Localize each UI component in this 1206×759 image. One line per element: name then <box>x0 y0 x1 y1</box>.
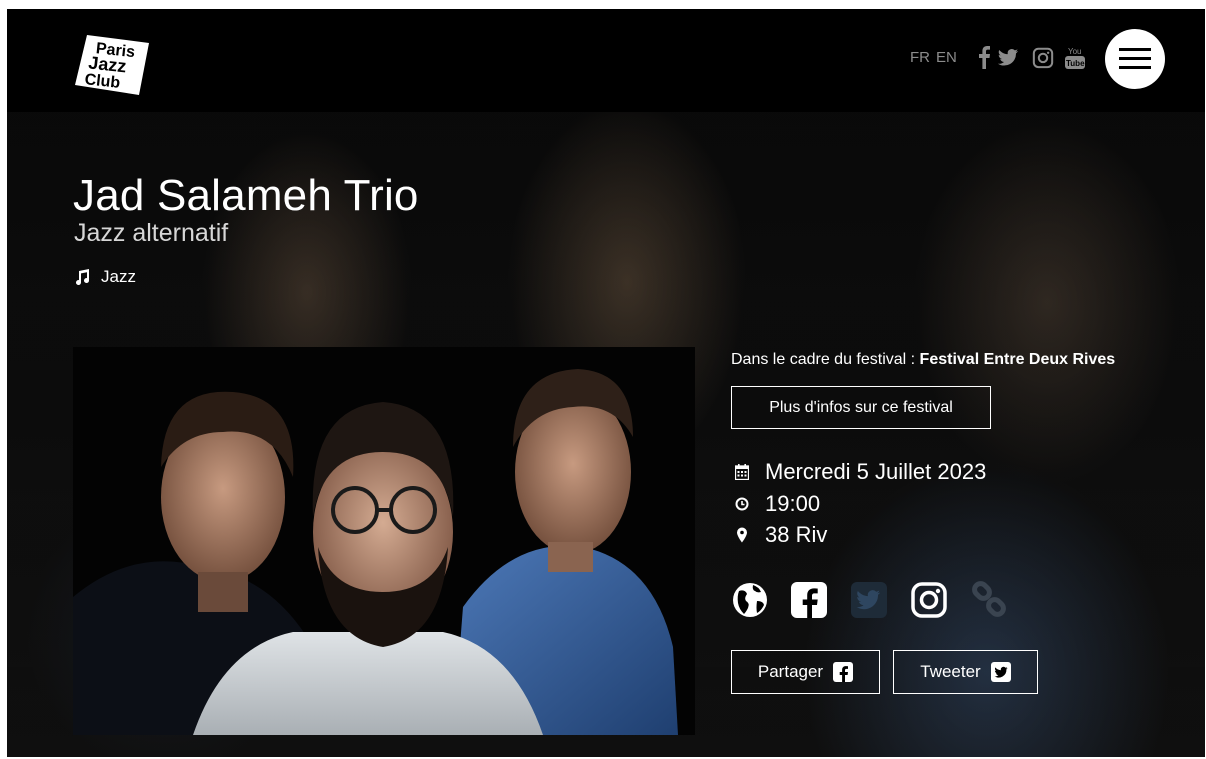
instagram-icon[interactable] <box>910 581 950 621</box>
event-genre[interactable]: Jazz <box>75 267 136 287</box>
language-en-link[interactable]: EN <box>936 49 957 66</box>
band-photo <box>73 347 695 735</box>
svg-text:Club: Club <box>84 71 121 92</box>
instagram-icon[interactable] <box>1032 45 1056 71</box>
event-subtitle: Jazz alternatif <box>74 219 229 247</box>
music-note-icon <box>76 269 89 285</box>
share-facebook-button[interactable]: Partager <box>731 650 880 694</box>
twitter-icon[interactable] <box>850 581 890 621</box>
clock-icon <box>735 497 749 511</box>
facebook-icon[interactable] <box>790 581 830 621</box>
event-date: Mercredi 5 Juillet 2023 <box>735 459 986 485</box>
twitter-icon[interactable] <box>997 45 1021 71</box>
twitter-icon <box>990 662 1011 682</box>
festival-name[interactable]: Festival Entre Deux Rives <box>920 351 1116 368</box>
map-pin-icon <box>737 527 747 543</box>
svg-text:Tube: Tube <box>1066 59 1085 68</box>
paris-jazz-club-logo[interactable]: Paris Jazz Club <box>73 29 149 95</box>
link-icon[interactable] <box>970 581 1010 621</box>
genre-label: Jazz <box>101 267 136 286</box>
page: Paris Jazz Club FR EN You Tube Jad Salam… <box>7 9 1205 757</box>
share-twitter-button[interactable]: Tweeter <box>893 650 1038 694</box>
hamburger-icon <box>1119 48 1151 51</box>
event-time: 19:00 <box>735 491 820 517</box>
calendar-icon <box>735 464 749 480</box>
svg-text:You: You <box>1068 47 1082 56</box>
festival-context: Dans le cadre du festival : Festival Ent… <box>731 351 1116 368</box>
facebook-icon <box>833 662 854 682</box>
event-title: Jad Salameh Trio <box>73 171 419 220</box>
youtube-icon[interactable]: You Tube <box>1064 45 1088 71</box>
globe-icon[interactable] <box>731 581 771 621</box>
language-fr-link[interactable]: FR <box>910 49 930 66</box>
festival-info-button[interactable]: Plus d'infos sur ce festival <box>731 386 991 429</box>
event-place[interactable]: 38 Riv <box>735 522 827 548</box>
menu-button[interactable] <box>1105 29 1165 89</box>
